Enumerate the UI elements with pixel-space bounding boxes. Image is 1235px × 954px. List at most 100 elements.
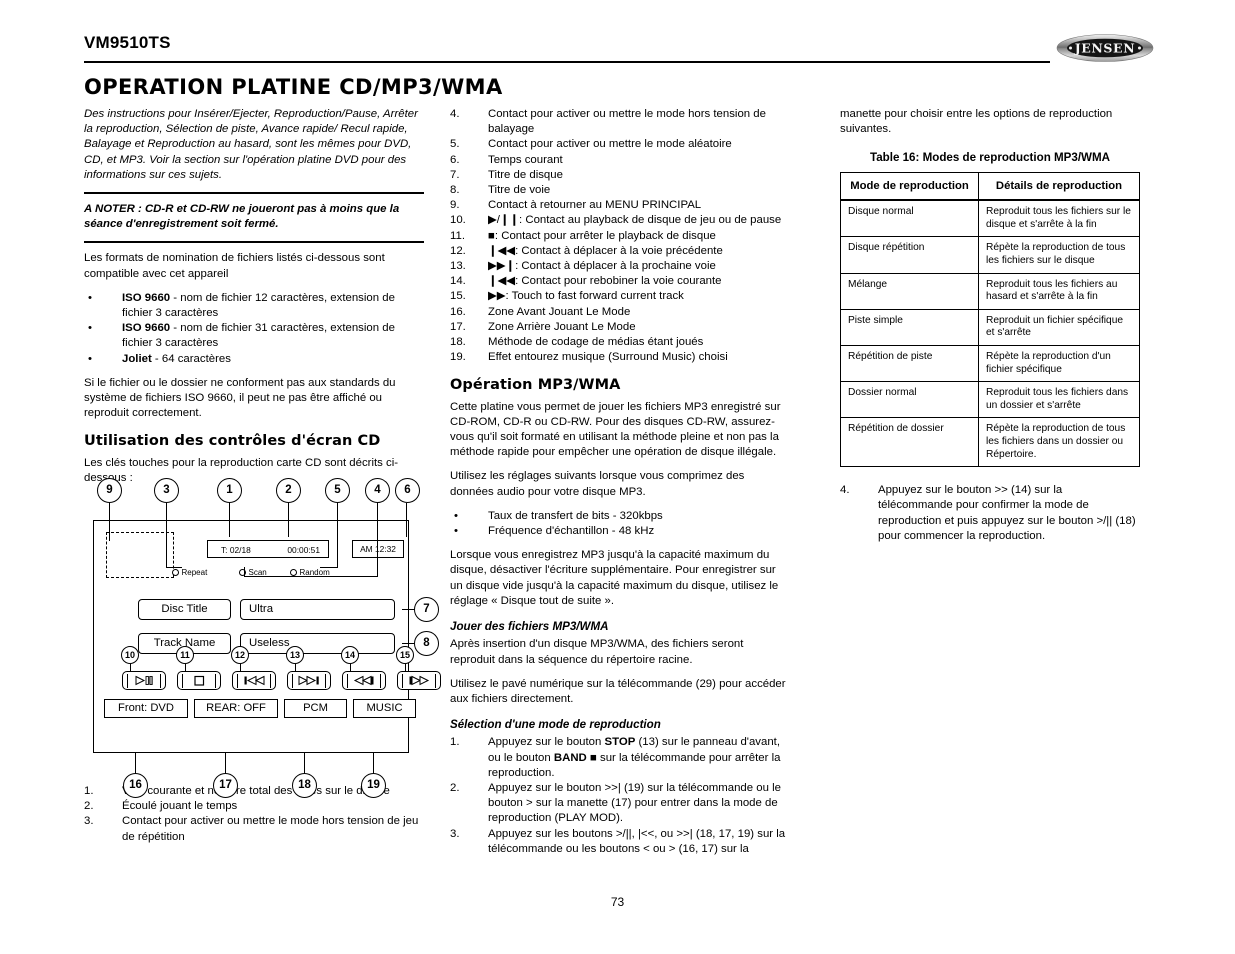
rewind-button[interactable] [342,671,386,690]
repeat-label: Repeat [181,568,208,577]
mp3-settings-list: • Taux de transfert de bits - 320kbps • Fr… [450,509,790,539]
cell-details: Répète la reproduction de tous les fichi… [978,236,1140,274]
stop-icon: ■ [586,751,600,764]
fast-forward-icon: ▶▶ [488,290,506,303]
home-touch-area[interactable] [106,532,174,578]
fast-forward-button[interactable] [397,671,441,690]
iso-note: Si le fichier ou le dossier ne conformen… [84,376,396,420]
header-rule [84,61,1050,63]
leader-line-11 [185,664,187,671]
disc-title-value[interactable]: Ultra [240,599,395,620]
rear-zone-status[interactable]: REAR: OFF [194,699,278,718]
codec-status[interactable]: PCM [284,699,347,718]
track-name-value[interactable]: Useless [240,633,395,654]
leader-line-19 [373,753,375,775]
next-track-button[interactable] [287,671,331,690]
elapsed-time: 00:00:51 [287,545,320,555]
list-text: Contact pour activer ou mettre le mode h… [488,108,766,136]
lcd-info-bar: T: 02/18 00:00:51 [207,540,329,558]
callout-3: 3 [154,478,179,503]
list-text: : Contact pour arrêter le playback de di… [494,229,716,242]
list-item: 12. ❙◀◀: Contact à déplacer à la voie pré… [450,244,790,259]
list-number: 11. [450,229,465,242]
radio-circle-icon [172,569,179,576]
jensen-logo: JENSEN [1056,33,1154,63]
list-item: 3. Contact pour activer ou mettre le mod… [84,814,424,844]
play-pause-icon: ▶/❙❙ [488,214,520,227]
list-number: 19. [450,351,466,364]
step-4-list: 4. Appuyez sur le bouton >> (14) sur la … [840,483,1140,544]
play-paragraph-1: Après insertion d'un disque MP3/WMA, des… [450,638,744,666]
list-text: Titre de voie [488,184,551,197]
list-number: 5. [450,138,460,151]
list-text: : Touch to fast forward current track [505,290,684,303]
leader-line-9 [109,503,111,541]
list-item: 11. ■: Contact pour arrêter le playback d… [450,229,790,244]
manual-page: VM9510TS JENSEN OPERATION PLATINE CD/MP3… [0,0,1235,954]
rewind-icon: ❙◀◀ [488,275,516,288]
table-row: Mélange Reproduit tous les fichiers au ha… [840,272,1140,310]
column-middle: 4. Contact pour activer ou mettre le mode… [450,107,790,866]
previous-track-button[interactable] [232,671,276,690]
front-zone-status[interactable]: Front: DVD [104,699,188,718]
leader-line-16 [135,753,137,775]
cell-details: Reproduit tous les fichiers dans un doss… [978,381,1140,419]
list-item: 2. Appuyez sur le bouton >>| (19) sur la… [450,781,790,827]
list-item: 16. Zone Avant Jouant Le Mode [450,305,790,320]
callout-19: 19 [361,773,386,798]
play-files-heading: Jouer des fichiers MP3/WMA [450,620,609,634]
repeat-toggle[interactable]: Repeat [172,568,207,577]
list-text: Temps courant [488,153,563,166]
column-header-details: Détails de reproduction [978,171,1140,202]
table-row: Piste simple Reproduit un fichier spécifi… [840,308,1140,346]
section-title: OPERATION PLATINE CD/MP3/WMA [84,75,503,99]
surround-mode-status[interactable]: MUSIC [353,699,416,718]
list-item: 10. ▶/❙❙: Contact au playback de disque d… [450,213,790,228]
table-row: Disque répétition Répète la reproduction … [840,236,1140,274]
list-number: 15. [450,290,466,303]
list-item: 19. Effet entourez musique (Surround Musi… [450,350,790,365]
list-number: 2. [84,800,94,813]
list-number: 16. [450,305,466,318]
stop-button[interactable] [177,671,221,690]
list-item: • Taux de transfert de bits - 320kbps [450,509,790,524]
bullet-icon: • [454,509,458,522]
list-item: 9. Contact à retourner au MENU PRINCIPAL [450,198,790,213]
list-text: Voie courante et nombre total des voies … [122,785,390,797]
callout-13: 13 [286,646,304,664]
cell-details: Répète la reproduction de tous les fichi… [978,417,1140,468]
band-button-name: BAND [553,751,587,764]
stop-icon [182,673,216,688]
leader-line-14 [350,664,352,671]
leader-line-10 [130,664,132,671]
bullet-icon: • [454,525,458,538]
list-text: Titre de disque [488,168,563,181]
screen-controls-heading: Utilisation des contrôles d'écran CD [84,433,381,450]
leader-line-3b [166,567,182,569]
note-text: A NOTER : CD-R et CD-RW ne joueront pas … [84,203,400,231]
list-number: 6. [450,153,460,166]
callout-4: 4 [365,478,390,503]
next-track-icon: ▶▶❙ [488,260,516,273]
mp3-paragraph-1: Cette platine vous permet de jouer les f… [450,400,781,459]
list-item: 14. ❙◀◀: Contact pour rebobiner la voie c… [450,274,790,289]
list-text: Taux de transfert de bits - 320kbps [488,509,663,522]
leader-line-17 [225,753,227,775]
format-name: ISO 9660 [122,322,171,335]
mp3-operation-heading: Opération MP3/WMA [450,377,621,394]
list-number: 18. [450,336,466,349]
page-header-model: VM9510TS [84,33,171,52]
list-text: : Contact à déplacer à la prochaine voie [515,260,716,273]
cell-mode: Répétition de dossier [840,417,979,468]
stop-icon: ■ [488,229,495,242]
list-item: 5. Contact pour activer ou mettre le mode… [450,137,790,152]
list-item: • Fréquence d'échantillon - 48 kHz [450,524,790,539]
list-number: 17. [450,320,466,333]
play-pause-button[interactable] [122,671,166,690]
next-track-icon [292,673,326,688]
format-name: ISO 9660 [122,291,171,304]
list-item: 6. Temps courant [450,153,790,168]
bullet-icon: • [88,352,92,365]
list-text: Contact pour activer ou mettre le mode h… [122,815,419,843]
disc-title-label: Disc Title [138,599,231,620]
